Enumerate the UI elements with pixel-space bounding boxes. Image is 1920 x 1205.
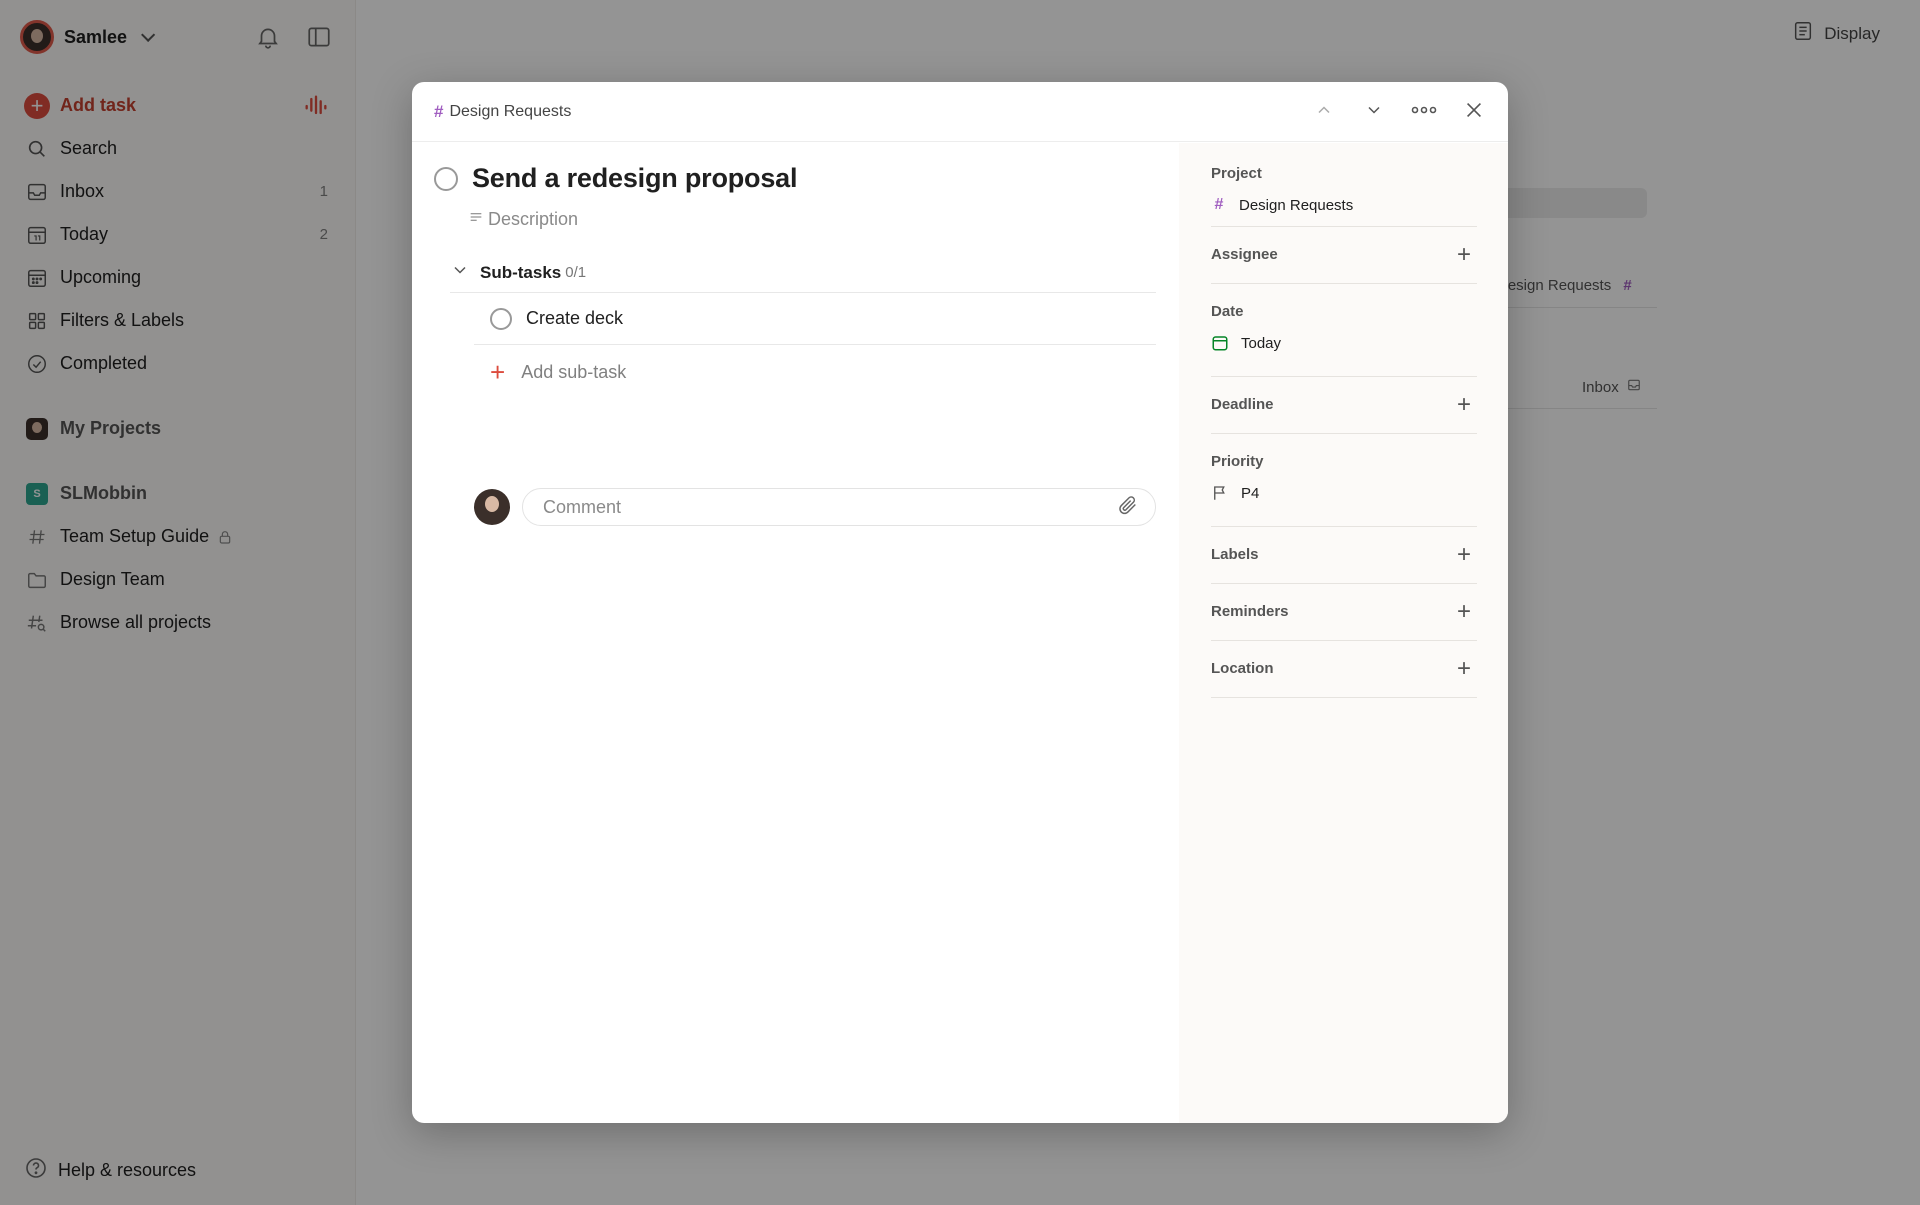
description-icon [468, 209, 484, 230]
more-actions-button[interactable] [1408, 96, 1440, 128]
task-title[interactable]: Send a redesign proposal [472, 163, 797, 194]
date-field: Date Today [1211, 284, 1477, 377]
field-label: Date [1211, 303, 1244, 320]
priority-selector[interactable]: P4 [1211, 484, 1477, 502]
add-reminder-icon[interactable]: + [1453, 600, 1475, 624]
deadline-field[interactable]: Deadline + [1211, 377, 1477, 434]
previous-task-button[interactable] [1308, 96, 1340, 128]
flag-icon [1211, 484, 1229, 502]
project-hash-icon: # [1214, 196, 1224, 213]
labels-field[interactable]: Labels + [1211, 527, 1477, 584]
task-title-row: Send a redesign proposal [434, 163, 797, 194]
project-field: Project # Design Requests [1211, 165, 1477, 227]
subtask-checkbox[interactable] [490, 307, 512, 330]
add-label-icon[interactable]: + [1453, 543, 1475, 567]
location-field[interactable]: Location + [1211, 641, 1477, 698]
comment-placeholder: Comment [543, 496, 622, 517]
chevron-down-icon [450, 260, 470, 285]
chevron-down-icon [1364, 100, 1384, 125]
assignee-field[interactable]: Assignee + [1211, 227, 1477, 284]
project-selector[interactable]: # Design Requests [1211, 196, 1477, 214]
modal-header: # Design Requests [412, 82, 1508, 142]
add-assignee-icon[interactable]: + [1453, 243, 1475, 267]
field-label: Reminders [1211, 603, 1289, 620]
more-horizontal-icon [1410, 100, 1438, 125]
add-location-icon[interactable]: + [1453, 657, 1475, 681]
breadcrumb[interactable]: # Design Requests [434, 102, 571, 122]
avatar [474, 489, 510, 525]
close-button[interactable] [1458, 96, 1490, 128]
add-subtask-label: Add sub-task [521, 361, 627, 382]
field-label: Labels [1211, 546, 1259, 563]
field-label: Project [1211, 165, 1262, 182]
field-label: Assignee [1211, 246, 1278, 263]
task-main-pane: Send a redesign proposal Description Sub… [412, 143, 1179, 1123]
modal-header-actions [1308, 96, 1490, 128]
plus-icon: + [490, 357, 506, 387]
reminders-field[interactable]: Reminders + [1211, 584, 1477, 641]
subtasks-toggle[interactable]: Sub-tasks 0/1 [450, 253, 1156, 293]
subtask-title: Create deck [526, 308, 624, 328]
priority-field: Priority P4 [1211, 434, 1477, 527]
subtasks-count: 0/1 [565, 264, 587, 281]
chevron-up-icon [1314, 100, 1334, 125]
task-complete-checkbox[interactable] [434, 166, 458, 191]
date-value: Today [1241, 334, 1282, 352]
project-value: Design Requests [1239, 196, 1354, 214]
paperclip-icon[interactable] [1117, 494, 1139, 521]
field-label: Deadline [1211, 396, 1274, 413]
project-hash-icon: # [434, 102, 444, 121]
add-subtask-button[interactable]: + Add sub-task [474, 347, 626, 397]
calendar-icon [1211, 334, 1229, 352]
task-details-panel: Project # Design Requests Assignee + Dat… [1179, 143, 1508, 1123]
task-detail-modal: # Design Requests Send a redesign propos… [412, 82, 1508, 1123]
next-task-button[interactable] [1358, 96, 1390, 128]
breadcrumb-project: Design Requests [449, 103, 572, 120]
subtask-item[interactable]: Create deck [474, 293, 1156, 345]
field-label: Priority [1211, 453, 1264, 470]
close-icon [1463, 99, 1485, 126]
comment-input[interactable]: Comment [522, 488, 1156, 526]
subtasks-label: Sub-tasks [480, 262, 562, 282]
priority-value: P4 [1241, 484, 1260, 502]
date-selector[interactable]: Today [1211, 334, 1477, 352]
description-placeholder: Description [488, 209, 579, 229]
add-deadline-icon[interactable]: + [1453, 393, 1475, 417]
field-label: Location [1211, 660, 1274, 677]
description-field[interactable]: Description [468, 209, 578, 230]
comment-row: Comment [474, 488, 1156, 526]
